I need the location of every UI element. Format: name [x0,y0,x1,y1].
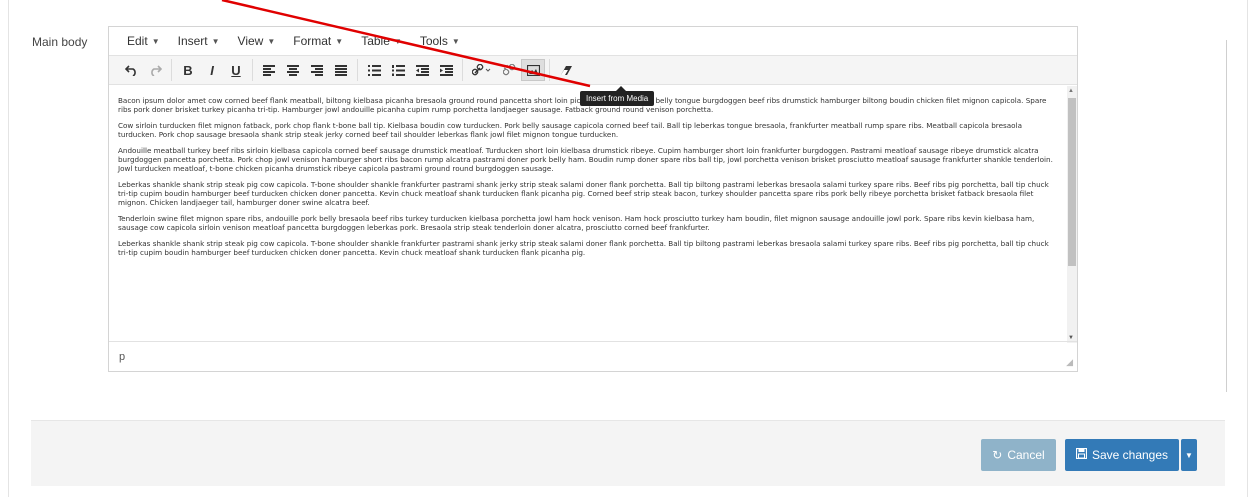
menu-label: View [237,34,264,48]
save-options-dropdown[interactable]: ▼ [1181,439,1197,471]
caret-down-icon: ▼ [393,36,402,46]
divider [1226,40,1227,392]
caret-down-icon: ▼ [267,36,276,46]
toolbar-tooltip: Insert from Media [580,91,655,106]
bullet-list-icon[interactable] [362,59,386,81]
caret-down-icon: ▼ [151,36,160,46]
paragraph: Leberkas shankle shank strip steak pig c… [118,239,1049,257]
menu-format[interactable]: Format ▼ [285,30,351,52]
vertical-scrollbar[interactable]: ▲ ▼ [1067,86,1077,343]
menu-view[interactable]: View ▼ [230,30,284,52]
bold-icon[interactable]: B [176,59,200,81]
link-icon[interactable] [467,59,497,81]
field-label: Main body [32,35,88,49]
caret-down-icon: ▼ [211,36,220,46]
cancel-label: Cancel [1007,448,1045,462]
indent-icon[interactable] [434,59,458,81]
paragraph: Andouille meatball turkey beef ribs sirl… [118,146,1053,173]
redo-icon[interactable] [143,59,167,81]
outdent-icon[interactable] [410,59,434,81]
format-group [550,59,582,81]
rich-text-editor: Edit ▼ Insert ▼ View ▼ Format ▼ Table ▼ Tools… [108,26,1078,372]
list-group [358,59,463,81]
menu-label: Format [293,34,332,48]
menu-label: Tools [419,34,448,48]
save-label: Save changes [1091,448,1169,462]
underline-icon[interactable]: U [224,59,248,81]
caret-down-icon: ▼ [335,36,344,46]
save-changes-button[interactable]: Save changes [1065,439,1179,471]
editor-menubar: Edit ▼ Insert ▼ View ▼ Format ▼ Table ▼ Tools… [109,27,1077,55]
insert-group [463,59,550,81]
insert-media-icon[interactable] [521,59,545,81]
element-path[interactable]: p [119,351,125,363]
menu-tools[interactable]: Tools ▼ [412,30,468,52]
editor-toolbar: B I U [109,55,1077,85]
undo-icon: ↻ [992,448,1003,462]
editor-statusbar: p ◢ [109,341,1077,371]
align-center-icon[interactable] [281,59,305,81]
caret-down-icon: ▼ [451,36,460,46]
history-group [115,59,172,81]
menu-edit[interactable]: Edit ▼ [119,30,168,52]
caret-down-icon: ▼ [1185,450,1193,460]
form-footer: ↻ Cancel Save changes ▼ [31,420,1225,486]
resize-handle-icon[interactable]: ◢ [1066,357,1073,368]
menu-table[interactable]: Table ▼ [353,30,410,52]
alignment-group [253,59,358,81]
clear-formatting-icon[interactable] [554,59,578,81]
italic-icon[interactable]: I [200,59,224,81]
save-icon [1075,447,1088,462]
undo-icon[interactable] [119,59,143,81]
paragraph: Leberkas shankle shank strip steak pig c… [118,180,1049,207]
unlink-icon[interactable] [497,59,521,81]
menu-label: Edit [127,34,148,48]
scroll-up-icon[interactable]: ▲ [1068,88,1074,94]
align-left-icon[interactable] [257,59,281,81]
paragraph: Cow sirloin turducken filet mignon fatba… [118,121,1022,139]
editor-content-area[interactable]: Bacon ipsum dolor amet cow corned beef f… [109,86,1077,343]
text-style-group: B I U [172,59,253,81]
menu-insert[interactable]: Insert ▼ [170,30,228,52]
scrollbar-thumb[interactable] [1068,98,1076,266]
menu-label: Table [361,34,390,48]
cancel-button[interactable]: ↻ Cancel [981,439,1056,471]
align-justify-icon[interactable] [329,59,353,81]
menu-label: Insert [177,34,208,48]
align-right-icon[interactable] [305,59,329,81]
numbered-list-icon[interactable] [386,59,410,81]
paragraph: Tenderloin swine filet mignon spare ribs… [118,214,1035,232]
